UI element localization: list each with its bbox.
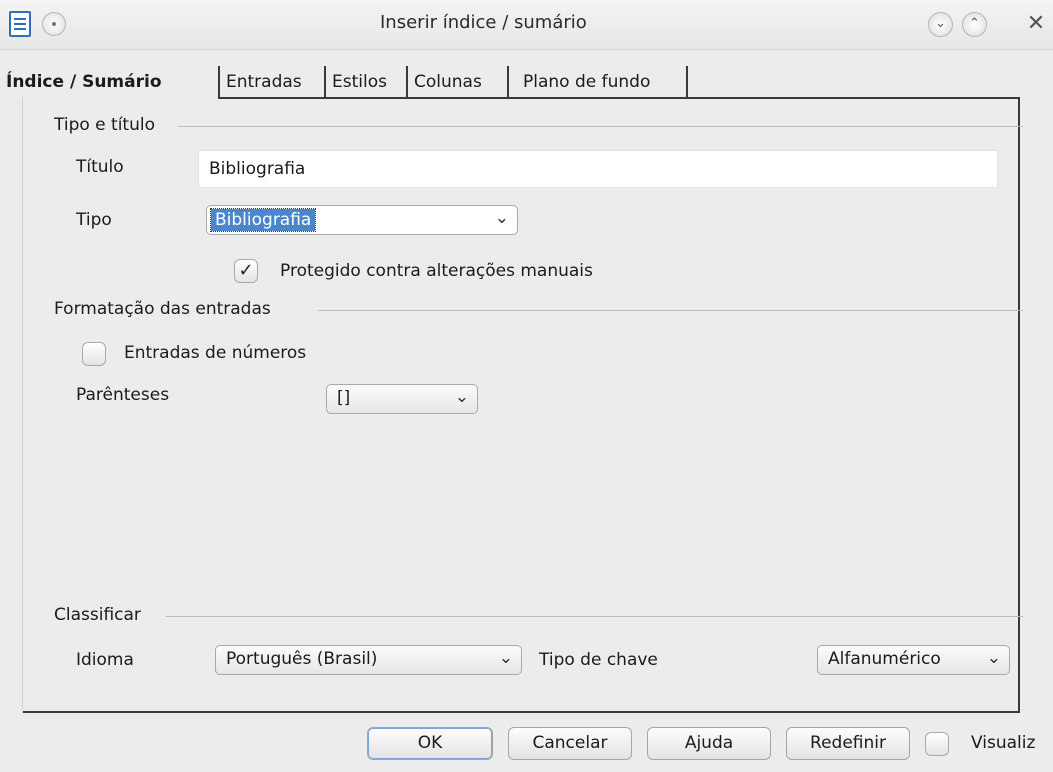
tab-separator (507, 66, 509, 98)
minimize-button[interactable]: ⌄ (928, 12, 953, 37)
tab-bar-border (218, 97, 1020, 99)
panel-border (22, 97, 23, 713)
tab-separator (686, 66, 688, 98)
section-divider (318, 310, 1023, 311)
key-type-select-value: Alfanumérico (828, 649, 941, 669)
protected-label: Protegido contra alterações manuais (280, 261, 593, 281)
number-entries-label: Entradas de números (124, 343, 307, 363)
reset-button[interactable]: Redefinir (786, 727, 910, 760)
protected-checkbox[interactable]: ✓ (234, 259, 258, 283)
writer-document-icon (9, 11, 31, 37)
section-divider (166, 616, 1023, 617)
preview-label: Visualiz (971, 733, 1036, 753)
panel-border (22, 711, 1020, 713)
language-select-value: Português (Brasil) (226, 649, 378, 669)
tab-separator (324, 66, 326, 98)
tab-index-summary[interactable]: Índice / Sumário (2, 67, 220, 99)
type-select[interactable]: Bibliografia ⌄ (206, 205, 518, 235)
type-label: Tipo (76, 210, 112, 230)
checkmark-icon: ✓ (238, 260, 254, 281)
maximize-button[interactable]: ⌃ (962, 12, 987, 37)
ok-button[interactable]: OK (367, 727, 493, 760)
tab-background[interactable]: Plano de fundo (519, 67, 654, 99)
language-label: Idioma (76, 650, 134, 670)
title-label: Título (76, 157, 124, 177)
tab-separator (406, 66, 408, 98)
title-input[interactable]: Bibliografia (198, 150, 998, 188)
chevron-down-icon: ⌄ (494, 208, 509, 228)
key-type-label: Tipo de chave (539, 650, 658, 670)
language-select[interactable]: Português (Brasil) ⌄ (215, 645, 522, 675)
help-button[interactable]: Ajuda (647, 727, 771, 760)
panel-border (1018, 97, 1020, 713)
chevron-down-icon: ⌄ (454, 387, 469, 407)
tab-entries[interactable]: Entradas (222, 67, 306, 99)
number-entries-checkbox[interactable] (82, 342, 106, 366)
type-title-heading: Tipo e título (54, 115, 161, 135)
window-menu-button[interactable] (42, 12, 66, 36)
chevron-down-icon: ⌄ (935, 16, 946, 31)
entries-format-heading: Formatação das entradas (54, 299, 277, 319)
chevron-down-icon: ⌄ (498, 648, 513, 668)
window-title: Inserir índice / sumário (380, 12, 587, 33)
chevron-down-icon: ⌄ (986, 648, 1001, 668)
preview-checkbox[interactable] (925, 732, 949, 756)
tab-columns[interactable]: Colunas (410, 67, 486, 99)
close-button[interactable]: ✕ (1022, 10, 1050, 38)
brackets-label: Parênteses (76, 385, 170, 405)
sort-heading: Classificar (54, 605, 147, 625)
chevron-up-icon: ⌃ (969, 16, 980, 31)
tab-separator (218, 66, 220, 98)
cancel-button[interactable]: Cancelar (508, 727, 632, 760)
key-type-select[interactable]: Alfanumérico ⌄ (817, 645, 1010, 675)
section-divider (178, 126, 1023, 127)
type-select-value: Bibliografia (209, 208, 317, 232)
brackets-select[interactable]: [] ⌄ (326, 384, 478, 414)
close-icon: ✕ (1026, 11, 1046, 36)
title-bar: Inserir índice / sumário ⌄ ⌃ ✕ (0, 0, 1053, 50)
brackets-select-value: [] (337, 388, 351, 408)
tab-styles[interactable]: Estilos (328, 67, 391, 99)
